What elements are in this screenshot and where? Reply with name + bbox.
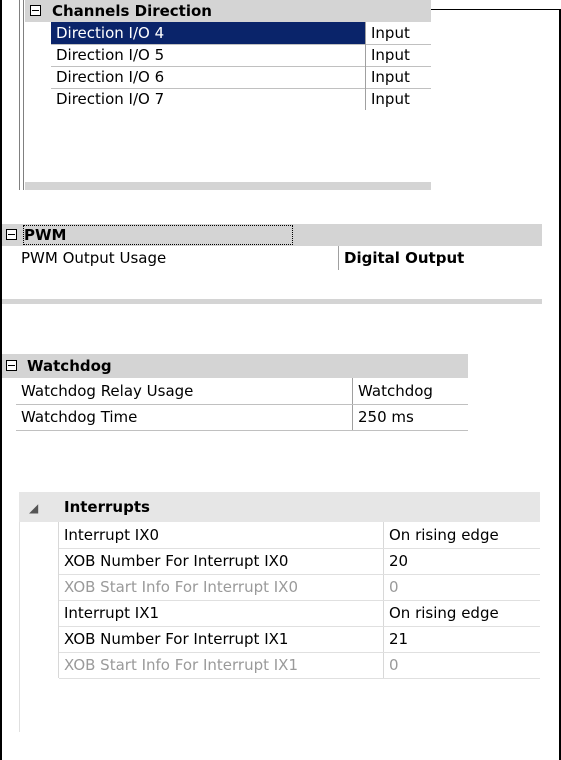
property-value[interactable]: On rising edge bbox=[384, 600, 540, 626]
property-row[interactable]: Direction I/O 7 Input bbox=[51, 88, 431, 110]
pwm-grid: PWM PWM Output Usage Digital Output bbox=[2, 224, 542, 304]
property-value: 0 bbox=[389, 656, 399, 674]
property-value[interactable]: Input bbox=[366, 44, 431, 66]
property-name: XOB Start Info For Interrupt IX1 bbox=[64, 656, 298, 674]
property-row-disabled: XOB Start Info For Interrupt IX1 0 bbox=[59, 652, 540, 678]
property-row[interactable]: Watchdog Relay Usage Watchdog bbox=[16, 378, 468, 404]
row-divider bbox=[59, 678, 540, 679]
property-value[interactable]: 250 ms bbox=[353, 404, 468, 430]
category-label: Channels Direction bbox=[52, 2, 212, 20]
property-value[interactable]: Input bbox=[366, 66, 431, 88]
row-divider bbox=[59, 600, 540, 601]
property-row[interactable]: Direction I/O 6 Input bbox=[51, 66, 431, 88]
property-name: Interrupt IX0 bbox=[64, 526, 160, 544]
category-label: Watchdog bbox=[27, 357, 112, 375]
row-divider bbox=[59, 574, 540, 575]
property-name: XOB Start Info For Interrupt IX0 bbox=[64, 578, 298, 596]
row-divider bbox=[59, 652, 540, 653]
property-value[interactable]: Input bbox=[366, 88, 431, 110]
column-divider bbox=[365, 22, 366, 110]
property-row-disabled: XOB Start Info For Interrupt IX0 0 bbox=[59, 574, 540, 600]
property-value[interactable]: Watchdog bbox=[353, 378, 468, 404]
row-divider bbox=[51, 88, 431, 89]
property-row[interactable]: XOB Number For Interrupt IX1 21 bbox=[59, 626, 540, 652]
grid-empty-area bbox=[2, 431, 468, 454]
expanded-triangle-icon[interactable]: ◢ bbox=[29, 501, 38, 515]
property-value: 0 bbox=[389, 578, 399, 596]
property-name: PWM Output Usage bbox=[21, 249, 167, 267]
property-name: Direction I/O 5 bbox=[56, 46, 165, 64]
row-divider bbox=[51, 66, 431, 67]
interrupts-grid: ◢ Interrupts Interrupt IX0 On rising edg… bbox=[19, 492, 540, 732]
channels-direction-grid: Channels Direction Direction I/O 4 Input… bbox=[19, 0, 431, 190]
grid-left-edge bbox=[19, 492, 20, 732]
property-row[interactable]: Interrupt IX0 On rising edge bbox=[59, 522, 540, 548]
grid-left-edge-inner bbox=[23, 0, 24, 190]
property-name: Direction I/O 7 bbox=[56, 90, 165, 108]
category-pwm[interactable]: PWM bbox=[2, 224, 542, 246]
collapse-toggle-icon[interactable] bbox=[30, 5, 41, 16]
collapse-toggle-icon[interactable] bbox=[6, 360, 17, 371]
property-value[interactable]: Input bbox=[366, 22, 431, 44]
column-divider bbox=[338, 246, 339, 270]
property-row[interactable]: Watchdog Time 250 ms bbox=[16, 404, 468, 430]
grid-empty-area bbox=[25, 110, 431, 190]
property-row[interactable]: XOB Number For Interrupt IX0 20 bbox=[59, 548, 540, 574]
property-row[interactable]: PWM Output Usage Digital Output bbox=[16, 246, 542, 270]
window-top-border bbox=[431, 9, 561, 10]
category-channels-direction[interactable]: Channels Direction bbox=[25, 0, 431, 22]
property-value[interactable]: On rising edge bbox=[384, 522, 540, 548]
property-name: Watchdog Relay Usage bbox=[21, 382, 194, 400]
watchdog-grid: Watchdog Watchdog Relay Usage Watchdog W… bbox=[2, 354, 468, 454]
grid-left-edge bbox=[19, 0, 20, 190]
category-label: Interrupts bbox=[64, 498, 150, 516]
row-divider bbox=[51, 44, 431, 45]
partially-visible-row bbox=[25, 182, 431, 190]
category-label: PWM bbox=[22, 224, 294, 246]
property-name: Watchdog Time bbox=[21, 408, 138, 426]
category-watchdog[interactable]: Watchdog bbox=[2, 354, 468, 378]
property-row[interactable]: Interrupt IX1 On rising edge bbox=[59, 600, 540, 626]
property-row[interactable]: Direction I/O 4 Input bbox=[51, 22, 431, 44]
category-interrupts[interactable]: ◢ Interrupts bbox=[19, 492, 540, 522]
property-value[interactable]: 20 bbox=[384, 548, 540, 574]
property-name: XOB Number For Interrupt IX1 bbox=[64, 630, 289, 648]
row-divider bbox=[59, 548, 540, 549]
property-name: Interrupt IX1 bbox=[64, 604, 160, 622]
collapse-toggle-icon[interactable] bbox=[6, 229, 17, 240]
row-divider bbox=[16, 404, 468, 405]
property-name: Direction I/O 6 bbox=[56, 68, 165, 86]
property-value[interactable]: Digital Output bbox=[339, 246, 542, 270]
property-row[interactable]: Direction I/O 5 Input bbox=[51, 44, 431, 66]
property-name: XOB Number For Interrupt IX0 bbox=[64, 552, 289, 570]
property-value[interactable]: 21 bbox=[384, 626, 540, 652]
property-name: Direction I/O 4 bbox=[51, 22, 365, 44]
row-divider bbox=[59, 626, 540, 627]
partially-visible-row bbox=[2, 299, 542, 304]
